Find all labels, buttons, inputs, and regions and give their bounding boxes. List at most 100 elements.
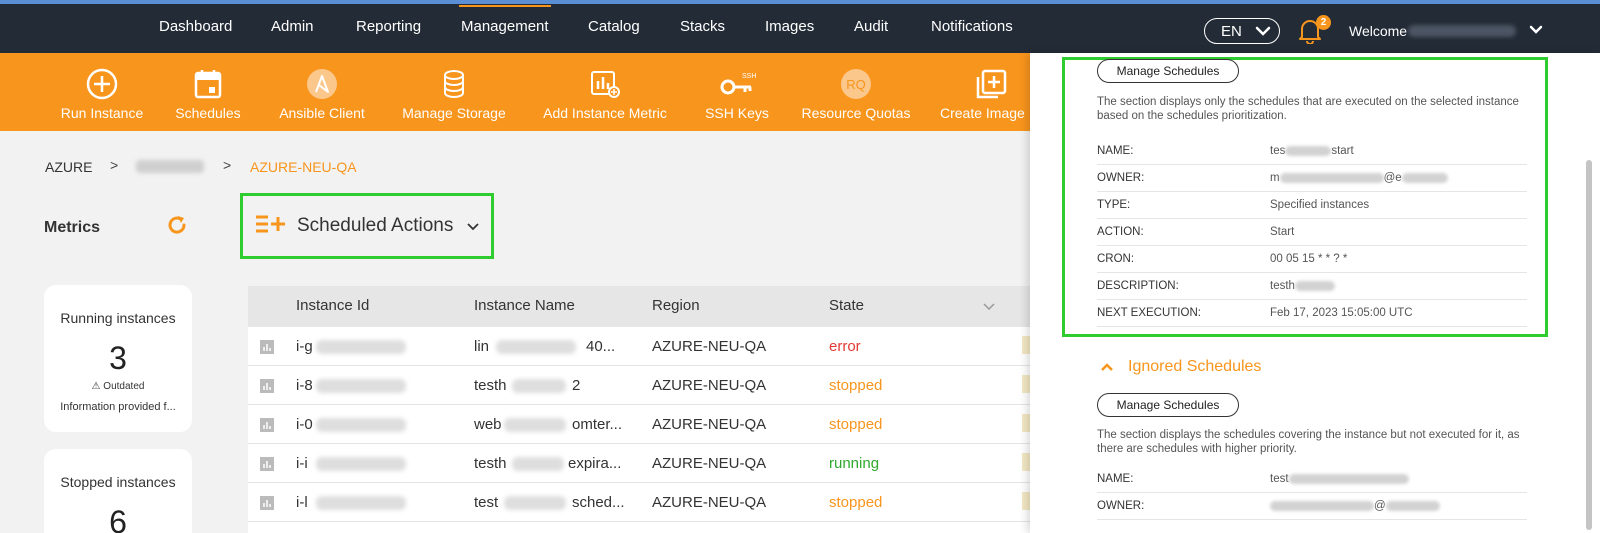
owner-suffix: @ [1374,500,1386,512]
create-image-button[interactable]: Create Image [940,53,1030,131]
resource-quotas-button[interactable]: RQ Resource Quotas [798,53,914,131]
running-instances-card[interactable]: Running instances 3 ⚠ Outdated Informati… [44,285,192,432]
nav-audit[interactable]: Audit [854,18,888,35]
ignored-schedules-title: Ignored Schedules [1128,358,1262,375]
table-row[interactable]: i-l test sched... AZURE-NEU-QA stopped [248,483,1030,522]
run-instance-button[interactable]: Run Instance [52,53,152,131]
instance-id: i-i [296,455,308,472]
add-image-icon [976,69,1007,99]
rq-icon: RQ [841,69,871,99]
user-menu-chevron-icon[interactable] [1529,25,1543,35]
cron-value: 00 05 15 * * ? * [1270,253,1348,265]
ansible-client-button[interactable]: Ansible Client [272,53,372,131]
instance-name-suffix: expira... [568,455,622,472]
instance-name-suffix: omter... [572,416,623,433]
column-state[interactable]: State [829,297,864,314]
next-execution-key: NEXT EXECUTION: [1097,307,1201,319]
nav-catalog[interactable]: Catalog [588,18,640,35]
chevron-down-icon [1255,26,1271,36]
redacted [1294,280,1335,291]
instance-id: i-g [296,338,313,355]
type-key: TYPE: [1097,199,1131,211]
scheduled-actions-toggle[interactable]: Scheduled Actions [297,215,453,237]
list-add-icon[interactable] [254,214,286,234]
language-select[interactable]: EN [1204,18,1280,44]
redacted-name [512,379,566,393]
ignored-name-row: NAME: test [1097,466,1527,493]
metric-icon[interactable] [260,379,274,393]
nav-stacks[interactable]: Stacks [680,18,725,35]
ignored-owner-row: OWNER: @ [1097,493,1527,520]
name-value: tes start [1270,145,1354,157]
panel-scrollbar[interactable] [1586,160,1592,530]
instance-name-prefix: test [474,494,499,511]
nav-images[interactable]: Images [765,18,814,35]
column-region[interactable]: Region [652,297,700,314]
instance-region: AZURE-NEU-QA [652,338,767,355]
name-value: test [1270,473,1409,485]
table-row[interactable]: i-8 testh 2 AZURE-NEU-QA stopped [248,366,1030,405]
stopped-instances-card[interactable]: Stopped instances 6 [44,449,192,533]
nav-management[interactable]: Management [459,5,551,35]
owner-key: OWNER: [1097,500,1145,512]
column-instance-id[interactable]: Instance Id [296,297,369,314]
schedule-type-row: TYPE: Specified instances [1097,192,1527,219]
rq-icon-text: RQ [846,77,866,92]
manage-schedules-button[interactable]: Manage Schedules [1097,59,1239,83]
chevron-down-icon[interactable] [466,222,480,231]
run-instance-label: Run Instance [60,105,144,121]
welcome-text: Welcome [1349,23,1408,39]
redacted-name [512,457,564,471]
nav-admin[interactable]: Admin [271,18,314,35]
table-row[interactable]: i-0 web omter... AZURE-NEU-QA stopped [248,405,1030,444]
breadcrumb-azure[interactable]: AZURE [45,159,92,175]
ansible-icon [307,69,337,99]
refresh-icon[interactable] [166,214,188,236]
applied-description: The section displays only the schedules … [1097,96,1519,122]
schedules-button[interactable]: Schedules [168,53,248,131]
metric-icon[interactable] [260,340,274,354]
metric-icon[interactable] [260,418,274,432]
database-icon [444,70,464,98]
name-key: NAME: [1097,473,1134,485]
running-card-info: Information provided f... [60,401,176,413]
action-toolbar: Run Instance Schedules Ansible Client Ma… [0,53,1030,131]
create-image-label: Create Image [940,105,1025,121]
metric-icon[interactable] [260,457,274,471]
next-execution-value: Feb 17, 2023 15:05:00 UTC [1270,307,1413,319]
metric-icon[interactable] [260,496,274,510]
nav-reporting[interactable]: Reporting [356,18,421,35]
ssh-keys-button[interactable]: SSH SSH Keys [700,53,774,131]
truncated-cell [1022,453,1030,471]
column-instance-name[interactable]: Instance Name [474,297,575,314]
instance-state: stopped [829,377,883,394]
resource-quotas-label: Resource Quotas [801,105,911,121]
chevron-up-icon [1101,363,1113,371]
breadcrumb-separator: > [110,157,119,173]
user-name-redacted[interactable] [1408,25,1516,37]
add-instance-metric-button[interactable]: Add Instance Metric [538,53,672,131]
sort-chevron-icon[interactable] [983,303,995,311]
manage-schedules-button[interactable]: Manage Schedules [1097,393,1239,417]
manage-storage-button[interactable]: Manage Storage [396,53,512,131]
instance-name-suffix: sched... [572,494,625,511]
metrics-title: Metrics [44,219,101,236]
redacted [1279,172,1384,183]
instance-region: AZURE-NEU-QA [652,455,767,472]
owner-value: @ [1270,500,1440,512]
nav-notifications[interactable]: Notifications [931,18,1013,35]
nav-dashboard[interactable]: Dashboard [159,18,232,35]
instance-id: i-0 [296,416,313,433]
redacted-id [316,496,406,510]
table-row[interactable]: i-g lin 40... AZURE-NEU-QA error [248,327,1030,366]
table-row[interactable]: i-i testh expira... AZURE-NEU-QA running [248,444,1030,483]
redacted [1285,145,1332,156]
instance-name-suffix: 2 [572,377,581,394]
breadcrumb-account-redacted[interactable] [136,160,204,173]
instance-name-suffix: 40... [586,338,616,355]
owner-value: m @e [1270,172,1448,184]
key-icon: SSH [720,73,756,95]
redacted-name [504,496,566,510]
language-label: EN [1221,23,1242,40]
description-key: DESCRIPTION: [1097,280,1179,292]
